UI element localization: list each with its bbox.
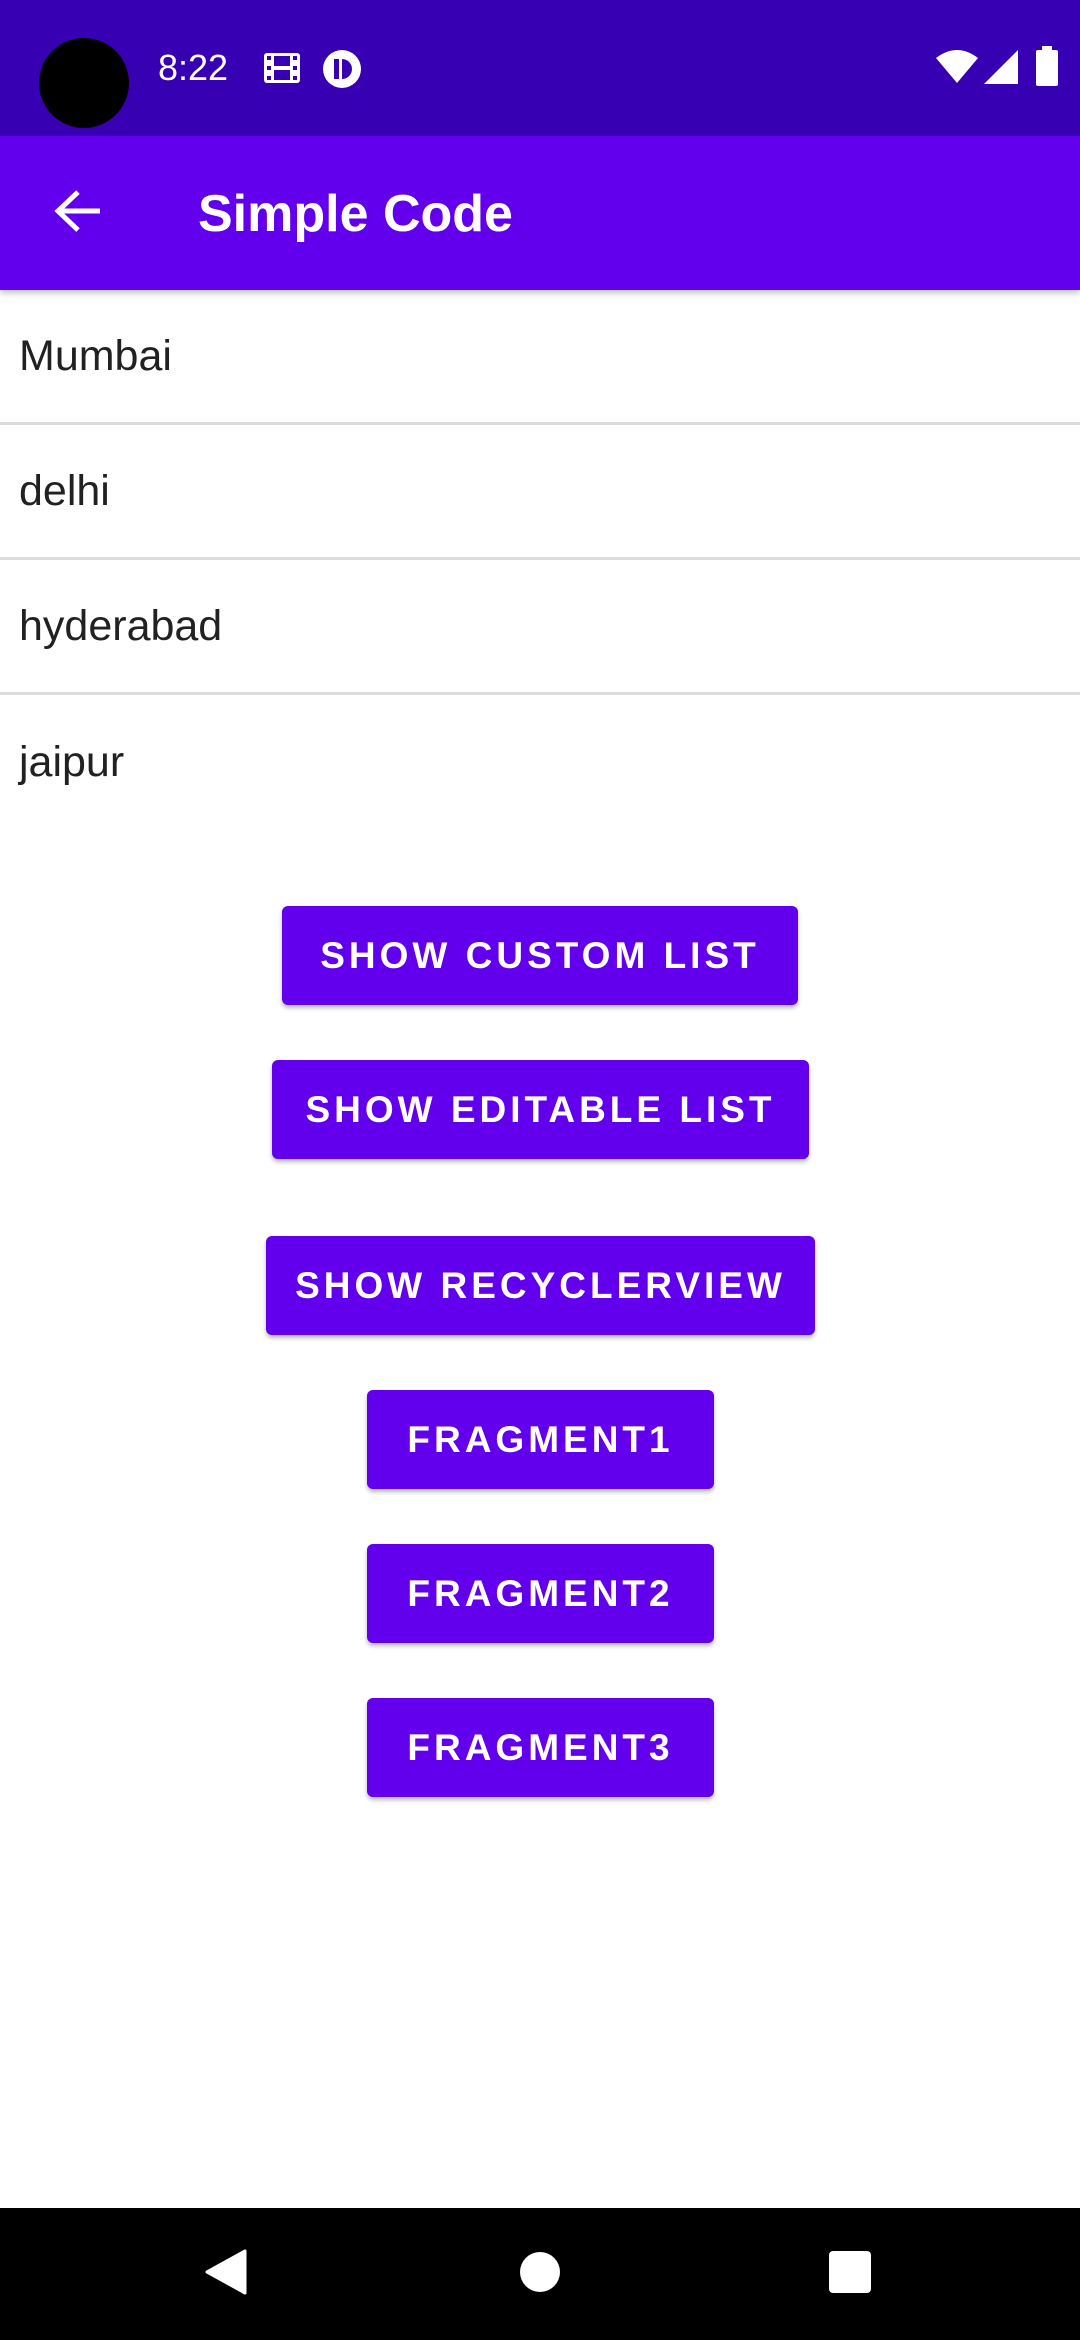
- list-item[interactable]: Mumbai: [0, 290, 1080, 425]
- fragment3-button[interactable]: FRAGMENT3: [367, 1698, 714, 1797]
- arrow-back-icon: [54, 189, 102, 238]
- city-list: Mumbai delhi hyderabad jaipur: [0, 290, 1080, 830]
- nav-back-button[interactable]: [146, 2208, 306, 2340]
- status-time: 8:22: [158, 47, 229, 88]
- signal-icon: [984, 50, 1018, 84]
- battery-icon: [1036, 46, 1058, 86]
- nav-recents-button[interactable]: [770, 2208, 930, 2340]
- fragment2-button[interactable]: FRAGMENT2: [367, 1544, 714, 1643]
- screen: 8:22 Simple Code Mumbai delhi hyderabad …: [0, 0, 1080, 2340]
- status-bar: 8:22: [0, 0, 1080, 136]
- nav-back-icon: [205, 2249, 247, 2300]
- page-title: Simple Code: [198, 185, 513, 243]
- show-custom-list-button[interactable]: SHOW CUSTOM LIST: [282, 906, 798, 1005]
- show-editable-list-button[interactable]: SHOW EDITABLE LIST: [272, 1060, 809, 1159]
- fragment1-button[interactable]: FRAGMENT1: [367, 1390, 714, 1489]
- wifi-icon: [936, 50, 978, 84]
- list-item[interactable]: jaipur: [0, 695, 1080, 830]
- back-button[interactable]: [36, 171, 120, 255]
- film-icon: [264, 53, 300, 83]
- nav-recents-icon: [829, 2250, 871, 2298]
- camera-cutout: [39, 38, 129, 128]
- nav-home-button[interactable]: [460, 2208, 620, 2340]
- nav-home-icon: [519, 2251, 561, 2298]
- navigation-bar: [0, 2208, 1080, 2340]
- app-bar: Simple Code: [0, 136, 1080, 290]
- list-item[interactable]: hyderabad: [0, 560, 1080, 695]
- list-item[interactable]: delhi: [0, 425, 1080, 560]
- data-saver-icon: [322, 49, 362, 89]
- show-recyclerview-button[interactable]: SHOW RECYCLERVIEW: [266, 1236, 815, 1335]
